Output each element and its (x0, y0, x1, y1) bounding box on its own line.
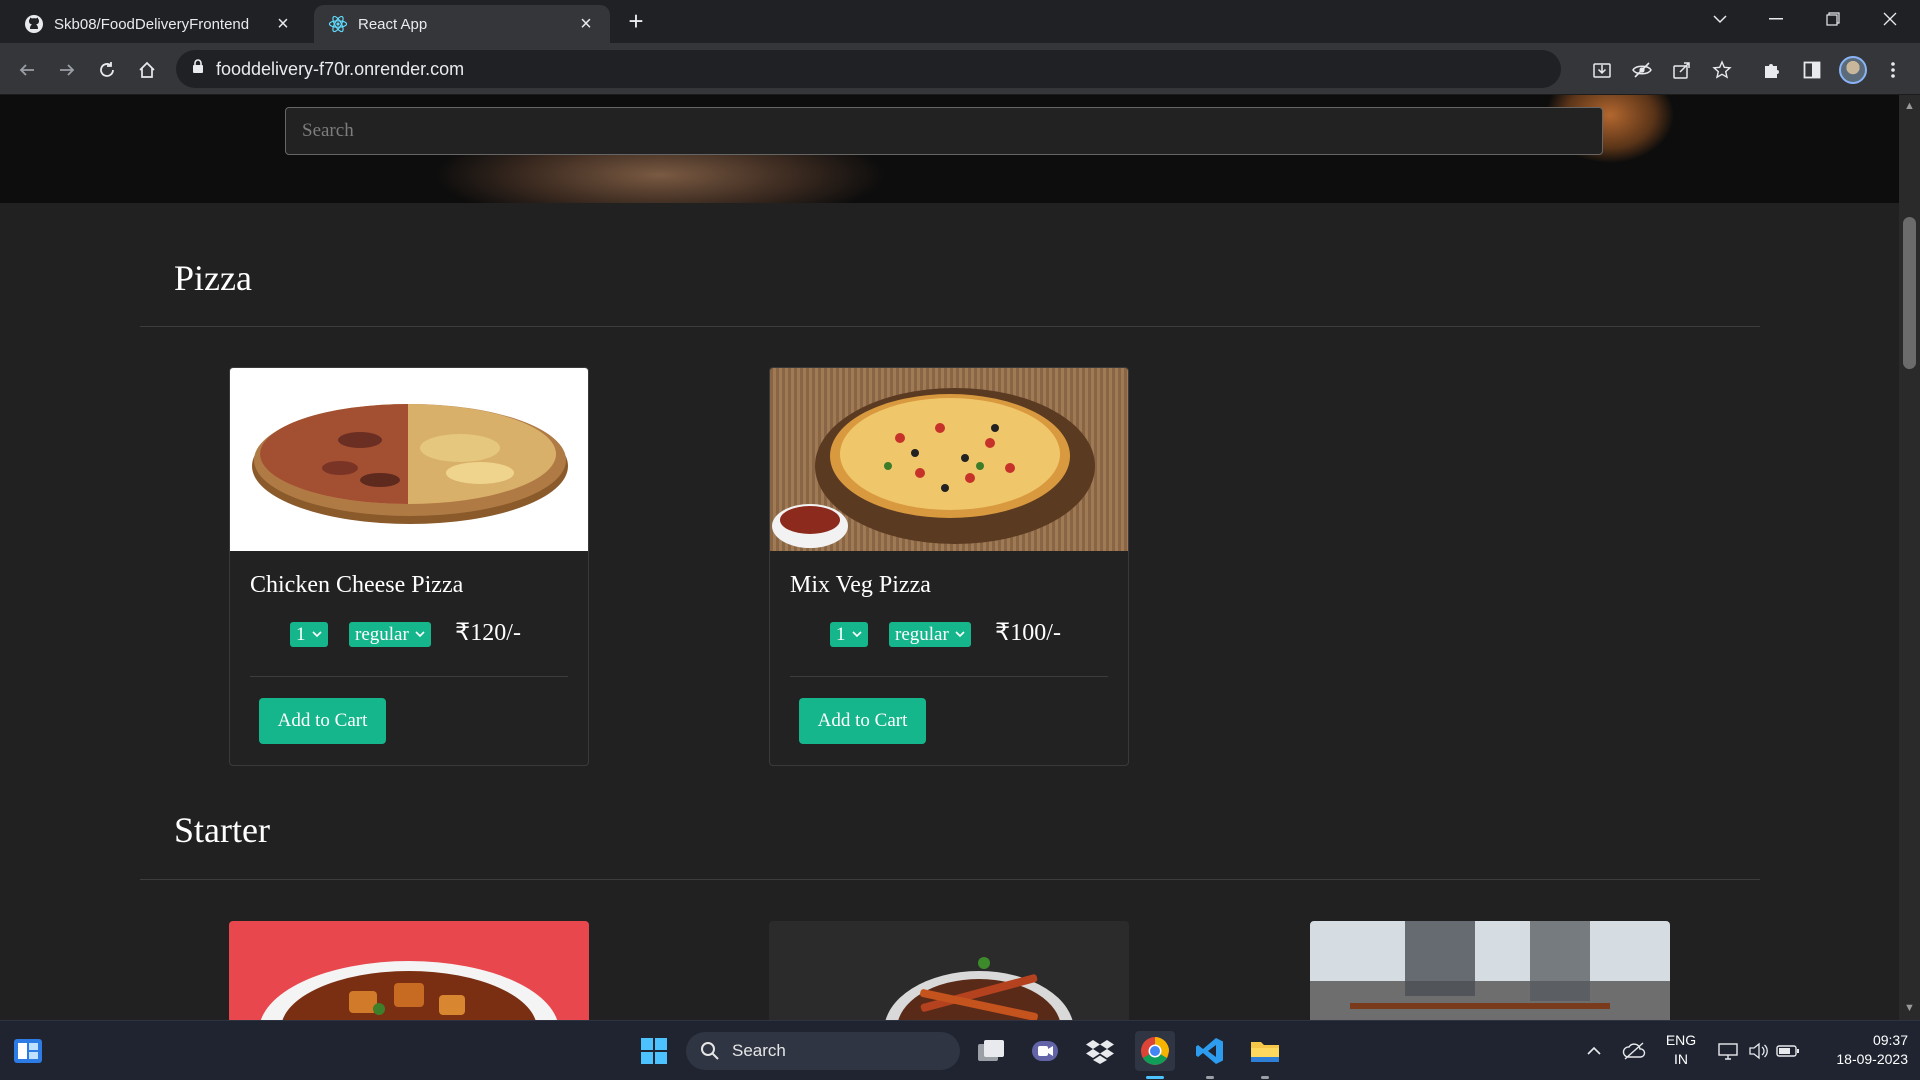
onedrive-offline-icon[interactable] (1614, 1031, 1654, 1071)
food-price: ₹120/- (455, 620, 521, 646)
active-app-indicator (1146, 1076, 1164, 1079)
running-app-indicator (1261, 1076, 1269, 1079)
search-input[interactable] (285, 107, 1603, 155)
food-image-starter-3 (1310, 921, 1670, 1020)
food-card: Mix Veg Pizza 1 regular ₹100/- Add to Ca… (769, 367, 1129, 766)
quantity-value: 1 (296, 623, 306, 645)
chevron-down-icon (311, 627, 322, 642)
reload-icon[interactable] (93, 56, 121, 84)
chevron-down-icon (955, 627, 965, 642)
show-hidden-icons-chevron-icon[interactable] (1574, 1031, 1614, 1071)
chevron-down-icon (851, 627, 862, 642)
food-image-chicken-cheese-pizza (230, 368, 588, 551)
home-icon[interactable] (133, 56, 161, 84)
task-view-icon[interactable] (971, 1031, 1011, 1071)
battery-icon[interactable] (1768, 1031, 1808, 1071)
browser-toolbar: fooddelivery-f70r.onrender.com (0, 43, 1920, 95)
food-image-starter-2 (769, 921, 1129, 1020)
clock-date: 18-09-2023 (1836, 1051, 1908, 1067)
file-explorer-icon[interactable] (1245, 1031, 1285, 1071)
tracking-blocked-eye-icon[interactable] (1628, 56, 1656, 84)
bookmark-star-icon[interactable] (1708, 56, 1736, 84)
section-divider (140, 326, 1760, 327)
clock[interactable]: 09:37 18-09-2023 (1812, 1032, 1908, 1067)
back-icon[interactable] (13, 56, 41, 84)
lock-icon[interactable] (192, 59, 204, 79)
tab-react-app[interactable]: React App × (314, 5, 610, 43)
language-code: ENG (1665, 1032, 1697, 1048)
tab-github[interactable]: Skb08/FoodDeliveryFrontend × (10, 5, 307, 43)
running-app-indicator (1206, 1076, 1214, 1079)
side-panel-icon[interactable] (1798, 56, 1826, 84)
add-to-cart-button[interactable]: Add to Cart (259, 698, 386, 744)
page-scrollbar[interactable]: ▲ ▼ (1899, 95, 1920, 1020)
address-bar[interactable]: fooddelivery-f70r.onrender.com (176, 50, 1561, 88)
section-title-starter: Starter (174, 810, 270, 850)
close-tab-icon[interactable]: × (576, 14, 596, 34)
tab-search-chevron-icon[interactable] (1692, 0, 1748, 38)
region-code: IN (1674, 1051, 1688, 1067)
new-tab-button[interactable]: + (622, 8, 650, 36)
size-select[interactable]: regular (349, 622, 431, 647)
minimize-icon[interactable] (1748, 0, 1804, 38)
share-icon[interactable] (1668, 56, 1696, 84)
search-icon (701, 1042, 719, 1060)
profile-avatar[interactable] (1839, 56, 1867, 84)
extensions-puzzle-icon[interactable] (1758, 56, 1786, 84)
forward-icon[interactable] (53, 56, 81, 84)
food-image-starter-1 (229, 921, 589, 1020)
teams-chat-icon[interactable] (1025, 1031, 1065, 1071)
quantity-select[interactable]: 1 (290, 622, 328, 647)
food-card: Chicken Cheese Pizza 1 regular ₹120/- Ad… (229, 367, 589, 766)
url-text: fooddelivery-f70r.onrender.com (216, 58, 465, 79)
language-indicator[interactable]: ENG IN (1660, 1032, 1702, 1067)
install-app-icon[interactable] (1588, 56, 1616, 84)
dropbox-icon[interactable] (1080, 1031, 1120, 1071)
windows-start-icon[interactable] (634, 1031, 674, 1071)
taskbar-search[interactable]: Search (686, 1032, 960, 1070)
widgets-icon[interactable] (8, 1031, 48, 1071)
quantity-value: 1 (836, 623, 846, 645)
food-name: Mix Veg Pizza (790, 572, 931, 598)
tab-title: React App (358, 15, 428, 33)
food-name: Chicken Cheese Pizza (250, 572, 464, 598)
food-image-mix-veg-pizza (770, 368, 1128, 551)
chevron-down-icon (415, 627, 425, 642)
card-divider (790, 676, 1108, 677)
size-value: regular (895, 623, 949, 645)
windows-taskbar: Search ENG IN 09:37 18-09-2023 (0, 1020, 1920, 1080)
restore-icon[interactable] (1805, 0, 1861, 38)
clock-time: 09:37 (1872, 1032, 1908, 1048)
add-to-cart-button[interactable]: Add to Cart (799, 698, 926, 744)
food-price: ₹100/- (995, 620, 1061, 646)
scroll-thumb[interactable] (1903, 217, 1916, 369)
size-select[interactable]: regular (889, 622, 971, 647)
browser-menu-icon[interactable] (1879, 56, 1907, 84)
section-title-pizza: Pizza (174, 258, 252, 298)
vscode-icon[interactable] (1190, 1031, 1230, 1071)
quantity-select[interactable]: 1 (830, 622, 868, 647)
chrome-taskbar-icon[interactable] (1135, 1031, 1175, 1071)
taskbar-search-label: Search (732, 1041, 786, 1060)
close-window-icon[interactable] (1862, 0, 1918, 38)
browser-tab-strip: Skb08/FoodDeliveryFrontend × React App ×… (0, 0, 1920, 43)
github-icon (24, 14, 44, 34)
search-box (285, 107, 1603, 155)
scroll-down-icon[interactable]: ▼ (1904, 1003, 1915, 1014)
page-viewport: Pizza Chicken Cheese Pizza 1 (0, 95, 1899, 1020)
tab-title: Skb08/FoodDeliveryFrontend (54, 15, 250, 33)
hero-banner-image (0, 95, 1899, 203)
size-value: regular (355, 623, 409, 645)
close-tab-icon[interactable]: × (273, 14, 293, 34)
section-divider (140, 879, 1760, 880)
scroll-up-icon[interactable]: ▲ (1904, 101, 1915, 112)
react-icon (328, 14, 348, 34)
card-divider (250, 676, 568, 677)
